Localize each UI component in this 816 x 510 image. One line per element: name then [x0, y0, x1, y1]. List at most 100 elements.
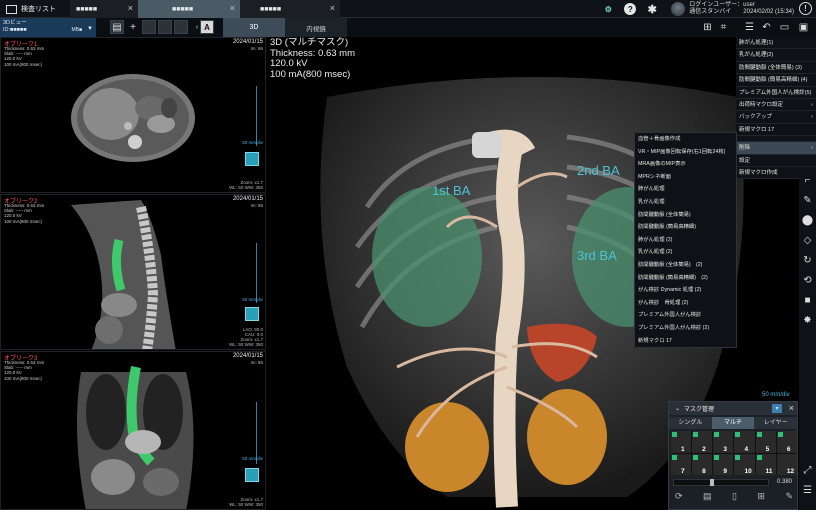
submenu-item[interactable]: 肺がん処理	[635, 183, 736, 196]
viewport-oblique-2[interactable]: オブリーク2 Thickness: 0.63 mm Slab: ----- mm…	[0, 194, 266, 350]
blank-tool-button[interactable]	[158, 20, 172, 34]
tab-patient-2[interactable]: ■■■■■ ×	[138, 0, 240, 18]
merge-icon[interactable]: ⊞	[757, 491, 765, 502]
check-icon[interactable]	[714, 454, 720, 460]
tab-single[interactable]: シングル	[669, 417, 712, 429]
opacity-slider[interactable]	[673, 479, 769, 486]
orientation-cube-icon[interactable]	[245, 468, 259, 482]
menu-item[interactable]: プレミアム外国人がん検診(5)	[736, 86, 816, 99]
pin-icon[interactable]: ▾	[772, 404, 782, 413]
submenu-item[interactable]: プレミアム外国人がん検診 (2)	[635, 322, 736, 335]
document-icon[interactable]: ▭	[777, 20, 792, 35]
check-icon[interactable]	[693, 454, 699, 460]
submenu-item[interactable]: VR・MIP画像回転保存(右1回転24枚)	[635, 146, 736, 159]
viewport-oblique-1[interactable]: オブリーク1 Thickness: 0.63 mm Slab: ----- mm…	[0, 37, 266, 193]
tab-multi[interactable]: マルチ	[711, 417, 755, 429]
mask-cell[interactable]: 2	[692, 431, 713, 453]
rotate-axis-icon[interactable]: ⟲	[799, 270, 816, 290]
submenu-item[interactable]: がん検診 Dynamic 処理 (2)	[635, 284, 736, 297]
submenu-item[interactable]: 乳がん処理 (2)	[635, 246, 736, 259]
submenu-item[interactable]: MPRシネ断面	[635, 171, 736, 184]
check-icon[interactable]	[672, 454, 677, 460]
menu-item-settings[interactable]: 設定	[736, 154, 816, 167]
check-icon[interactable]	[777, 432, 783, 437]
orientation-cube-icon[interactable]	[245, 307, 259, 321]
video-icon[interactable]: ■	[799, 290, 816, 310]
avatar[interactable]	[671, 2, 686, 16]
close-icon[interactable]: ×	[128, 3, 133, 13]
grid-layout-icon[interactable]: ⊞	[700, 20, 715, 35]
submenu-item[interactable]: 肋間腱動脈 (簡易高精細)	[635, 221, 736, 234]
submenu-item[interactable]: プレミアム外国人がん検診	[635, 309, 736, 322]
rotate-xyz-icon[interactable]: ↻	[799, 250, 816, 270]
submenu-item[interactable]: 肋間腱動脈 (全体簡易)	[635, 209, 736, 222]
viewport-oblique-3[interactable]: オブリーク3 Thickness: 0.63 mm Slab: ----- mm…	[0, 351, 266, 510]
close-icon[interactable]: ×	[789, 403, 794, 413]
info-icon[interactable]: !	[799, 2, 812, 15]
blank-tool-button[interactable]	[142, 20, 156, 34]
view-selector[interactable]: 3Dビュー ID:■■■■■ MB■ ▼	[0, 18, 96, 37]
layout-icon[interactable]: ▤	[110, 20, 124, 34]
orientation-cube-icon[interactable]	[245, 152, 259, 166]
mask-cell[interactable]: 3	[713, 431, 734, 453]
cube-tool-icon[interactable]: ◇	[799, 230, 816, 250]
check-icon[interactable]	[714, 432, 720, 437]
menu-item[interactable]: 肋間腱動脈 (簡易高精細) (4)	[736, 74, 816, 87]
submenu-item[interactable]: 新規マクロ 17	[635, 335, 736, 348]
menu-item-delete[interactable]: 削除 ›	[736, 142, 816, 155]
check-icon[interactable]	[693, 432, 699, 437]
check-icon[interactable]	[735, 454, 741, 460]
tab-patient-3[interactable]: ■■■■■ ×	[240, 0, 340, 18]
tab-exam-list[interactable]: 検査リスト	[0, 0, 70, 18]
menu-item[interactable]: 出荷時マクロ設定 ›	[736, 98, 816, 112]
submenu-item[interactable]: 肺がん処理 (2)	[635, 234, 736, 247]
blank-tool-button[interactable]	[174, 20, 188, 34]
mask-cell[interactable]: 12	[776, 453, 797, 475]
mask-cell[interactable]: 7	[671, 453, 692, 475]
crop-icon[interactable]: ⌗	[716, 20, 731, 35]
check-icon[interactable]	[756, 454, 762, 460]
trash-icon[interactable]: ▯	[732, 491, 737, 502]
help-icon[interactable]: ?	[624, 3, 637, 15]
annotation-2nd-ba[interactable]: 2nd BA	[577, 163, 620, 178]
text-annotation-icon[interactable]: A	[200, 20, 214, 34]
gear-icon[interactable]: ✱	[646, 3, 658, 16]
chevron-down-icon[interactable]: ⌄	[675, 405, 680, 412]
fullscreen-icon[interactable]: ⤢	[799, 460, 816, 480]
tab-patient-1[interactable]: ■■■■■ ×	[70, 0, 138, 18]
submenu-item[interactable]: 乳がん処理	[635, 196, 736, 209]
bone-icon[interactable]: ✸	[799, 310, 816, 330]
slider-thumb[interactable]	[710, 479, 714, 486]
tab-layer[interactable]: レイヤー	[754, 417, 798, 429]
mask-cell[interactable]: 9	[713, 453, 734, 475]
close-icon[interactable]: ×	[330, 3, 335, 13]
refresh-icon[interactable]: ⟳	[675, 491, 683, 502]
menu-item[interactable]: 肺がん処理(1)	[736, 37, 816, 50]
mask-cell[interactable]: 10	[734, 453, 755, 475]
submenu-item[interactable]: 血管＋骨画像作成	[635, 133, 736, 146]
save-icon[interactable]: ▣	[796, 20, 811, 35]
submenu-item[interactable]: がん検診 骨処理 (2)	[635, 297, 736, 310]
mask-cell[interactable]: 11	[755, 453, 776, 475]
cut-tool-icon[interactable]: ⌐	[799, 170, 816, 190]
list-panel-icon[interactable]: ☰	[799, 480, 816, 500]
add-icon[interactable]: +	[126, 20, 140, 34]
submenu-item[interactable]: 肋間腱動脈 (全体簡易) (2)	[635, 259, 736, 272]
annotation-3rd-ba[interactable]: 3rd BA	[577, 248, 617, 263]
tab-endoscope[interactable]: 内視鏡	[285, 18, 347, 37]
mask-cell[interactable]: 5	[755, 431, 776, 453]
pen-tool-icon[interactable]: ✎	[799, 190, 816, 210]
tab-3d[interactable]: 3D	[223, 18, 285, 37]
sculpt-tool-icon[interactable]: ⬤	[799, 210, 816, 230]
menu-item[interactable]: 新規マクロ 17	[736, 123, 816, 137]
menu-item[interactable]: 乳がん処理(2)	[736, 49, 816, 62]
close-icon[interactable]: ×	[230, 3, 235, 13]
mask-cell[interactable]: 8	[692, 453, 713, 475]
user-settings-icon[interactable]: ⚙	[602, 3, 614, 15]
menu-item[interactable]: 肋間腱動脈 (全体簡易) (3)	[736, 61, 816, 75]
undo-all-icon[interactable]: ↶	[759, 20, 774, 35]
check-icon[interactable]	[756, 432, 762, 437]
check-icon[interactable]	[672, 432, 677, 437]
check-icon[interactable]	[735, 432, 741, 437]
list-menu-icon[interactable]: ☰	[742, 20, 757, 35]
